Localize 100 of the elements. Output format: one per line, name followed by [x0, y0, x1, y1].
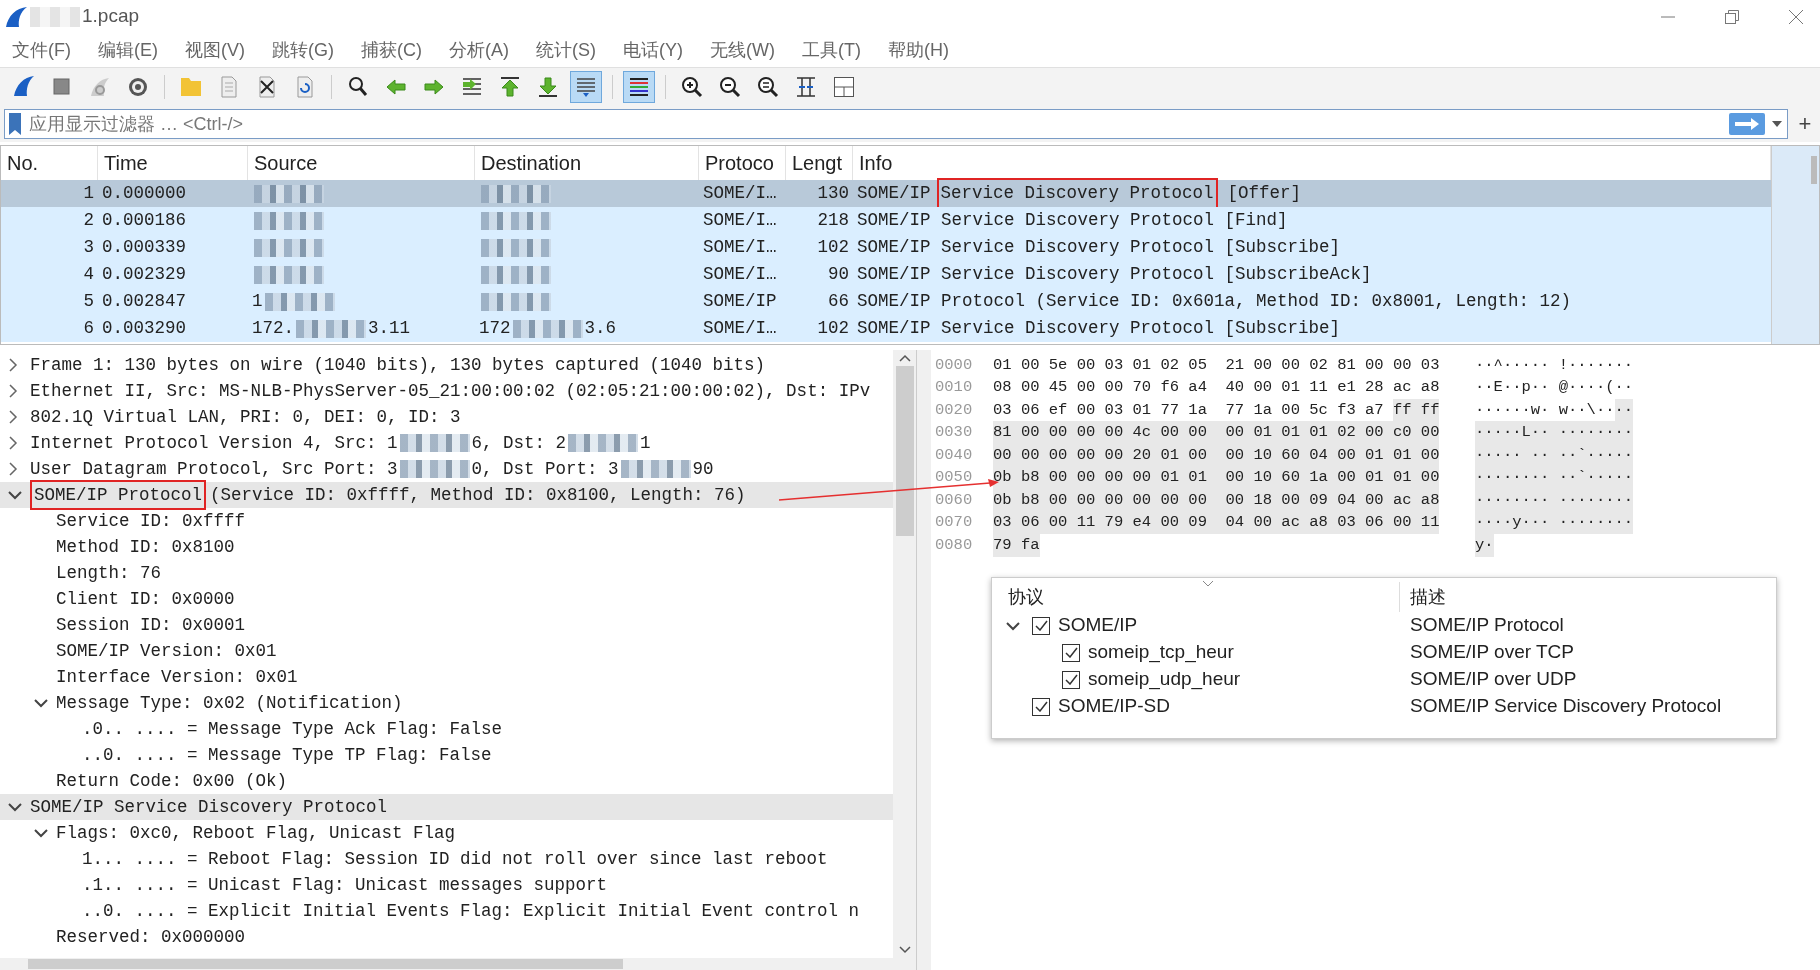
text: Flags: 0xc0, Reboot Flag, Unicast Flag [56, 821, 456, 845]
fin-icon [12, 75, 36, 99]
menu-item[interactable]: 跳转(G) [272, 36, 334, 64]
tree-item[interactable]: .0.. .... = Message Type Ack Flag: False [0, 716, 893, 742]
chevron-right-icon[interactable] [8, 462, 18, 476]
tree-item[interactable]: SOME/IP Protocol (Service ID: 0xffff, Method ID: 0x8100, Length: 76) [0, 482, 893, 508]
text: .1.. .... = Unicast Flag: Unicast messages support [82, 873, 608, 897]
splitter-handle[interactable] [917, 350, 931, 970]
chevron-down-icon[interactable] [8, 490, 22, 500]
redacted-block [264, 292, 335, 311]
dropdown-caret-icon[interactable] [1771, 119, 1783, 129]
tree-item[interactable]: Interface Version: 0x01 [0, 664, 893, 690]
menu-item[interactable]: 电话(Y) [623, 36, 683, 64]
chevron-right-icon[interactable] [8, 384, 18, 398]
menu-item[interactable]: 分析(A) [449, 36, 509, 64]
menu-item[interactable]: 无线(W) [710, 36, 775, 64]
checkbox[interactable] [1062, 643, 1080, 662]
restart-icon [88, 75, 112, 99]
chevron-down-icon[interactable] [34, 828, 48, 838]
offset-label: 0070 [934, 512, 974, 534]
scrollbar[interactable] [893, 350, 916, 958]
text: [Offer] [1227, 182, 1302, 206]
text: SOME/IP Service Discovery Protocol [Find] [857, 209, 1288, 233]
tree-item[interactable]: Return Code: 0x00 (Ok) [0, 768, 893, 794]
checkbox[interactable] [1032, 697, 1050, 716]
table-cell-text: 0.002847 [101, 290, 187, 314]
tree-item[interactable]: Reserved: 0x000000 [0, 924, 893, 950]
tree-item[interactable]: ..0. .... = Message Type TP Flag: False [0, 742, 893, 768]
menu-item[interactable]: 编辑(E) [98, 36, 158, 64]
zoom-out-icon [718, 75, 742, 99]
redacted-block [296, 319, 366, 338]
close-icon[interactable] [1788, 8, 1804, 25]
restore-icon[interactable] [1724, 8, 1740, 25]
tree-item[interactable]: Client ID: 0x0000 [0, 586, 893, 612]
packet-row[interactable]: 4 0.002329 SOME/I… 90 SOME/IP Service Discovery Protocol [SubscribeAck] [1, 261, 1771, 288]
tree-item[interactable]: Flags: 0xc0, Reboot Flag, Unicast Flag [0, 820, 893, 846]
chevron-right-icon[interactable] [8, 358, 18, 372]
tree-item[interactable]: Internet Protocol Version 4, Src: 1 6, Dst: 2 1 [0, 430, 893, 456]
chevron-down-icon[interactable] [34, 698, 48, 708]
up-arrow-icon [498, 75, 522, 99]
menu-item[interactable]: 文件(F) [12, 36, 71, 64]
table-cell-text: 102 [816, 317, 850, 341]
horizontal-scrollbar[interactable] [0, 958, 916, 970]
tree-item[interactable]: Session ID: 0x0001 [0, 612, 893, 638]
folder-icon [179, 75, 203, 99]
tree-item[interactable]: Service ID: 0xffff [0, 508, 893, 534]
tree-item[interactable]: User Datagram Protocol, Src Port: 3 0, Dst Port: 3 90 [0, 456, 893, 482]
text: ..0. .... = Message Type TP Flag: False [82, 743, 492, 767]
menu-item[interactable]: 帮助(H) [887, 36, 949, 64]
protocol-name: SOME/IP-SD [1058, 694, 1170, 719]
checkbox[interactable] [1032, 616, 1050, 635]
text: 90 [692, 457, 714, 481]
checkbox[interactable] [1062, 670, 1080, 689]
packet-row[interactable]: 2 0.000186 SOME/I… 218 SOME/IP Service Discovery Protocol [Find] [1, 207, 1771, 234]
bookmark-icon[interactable] [7, 112, 23, 136]
apply-filter-button[interactable] [1729, 113, 1765, 135]
toolbar-button[interactable] [623, 71, 655, 103]
tree-item[interactable]: .1.. .... = Unicast Flag: Unicast messages support [0, 872, 893, 898]
packet-row[interactable]: 1 0.000000 SOME/I… 130 SOME/IP Service Discovery Protocol [Offer] [1, 180, 1771, 207]
text: Frame 1: 130 bytes on wire (1040 bits), 130 bytes captured (1040 bits) [30, 353, 766, 377]
text: 802.1Q Virtual LAN, PRI: 0, DEI: 0, ID: 3 [30, 405, 461, 429]
column-header[interactable]: 描述 [1400, 582, 1776, 612]
hex-bytes: 08 00 45 00 00 70 f6 a4 40 00 01 11 e1 28 ac a8 [993, 377, 1440, 399]
chevron-down-icon[interactable] [8, 802, 22, 812]
text: Length: 76 [56, 561, 162, 585]
scrollbar-thumb[interactable] [1811, 156, 1817, 184]
column-header[interactable]: 协议 [992, 582, 1400, 612]
search-icon [346, 75, 370, 99]
text: SOME/IP Service Discovery Protocol [SubscribeAck] [857, 263, 1372, 287]
tree-item[interactable]: Message Type: 0x02 (Notification) [0, 690, 893, 716]
hex-bytes: 0b b8 00 00 00 00 00 00 00 18 00 09 04 00 ac a8 [993, 488, 1440, 512]
packet-row[interactable]: 6 0.003290 172. 3.11 172 3.6 SOME/I… 102 SOME/IP Service Discovery Protocol [Subscribe] [1, 315, 1771, 342]
menu-item[interactable]: 视图(V) [185, 36, 245, 64]
tree-item[interactable]: ..0. .... = Explicit Initial Events Flag: Explicit Initial Event control n [0, 898, 893, 924]
tree-item[interactable]: Length: 76 [0, 560, 893, 586]
tree-item[interactable]: 802.1Q Virtual LAN, PRI: 0, DEI: 0, ID: 3 [0, 404, 893, 430]
menu-item[interactable]: 工具(T) [801, 36, 861, 64]
scrollbar[interactable] [1771, 146, 1819, 344]
scrollbar-thumb[interactable] [895, 366, 914, 536]
redacted-block [481, 238, 551, 257]
tree-item[interactable]: 1... .... = Reboot Flag: Session ID did not roll over since last reboot [0, 846, 893, 872]
table-cell-text: 130 [816, 182, 850, 206]
offset-label: 0050 [934, 467, 974, 489]
chevron-down-icon[interactable] [1006, 620, 1020, 631]
tree-item[interactable]: SOME/IP Service Discovery Protocol [0, 794, 893, 820]
table-cell-text: 5 [82, 290, 95, 314]
scrollbar-thumb[interactable] [28, 959, 623, 969]
text: User Datagram Protocol, Src Port: 3 [30, 457, 398, 481]
window-title: 1.pcap [82, 4, 140, 29]
add-filter-button[interactable]: + [1794, 113, 1816, 135]
down-arrow-icon [536, 75, 560, 99]
menu-item[interactable]: 捕获(C) [361, 36, 422, 64]
tree-item[interactable]: Method ID: 0x8100 [0, 534, 893, 560]
tree-item[interactable]: SOME/IP Version: 0x01 [0, 638, 893, 664]
chevron-right-icon[interactable] [8, 436, 18, 450]
packet-row[interactable]: 3 0.000339 SOME/I… 102 SOME/IP Service Discovery Protocol [Subscribe] [1, 234, 1771, 261]
menu-item[interactable]: 统计(S) [536, 36, 596, 64]
tree-item[interactable]: Frame 1: 130 bytes on wire (1040 bits), 130 bytes captured (1040 bits) [0, 352, 893, 378]
packet-row[interactable]: 5 0.002847 1 SOME/IP 66 SOME/IP Protocol (Service ID: 0x601a, Method ID: 0x8001, Length: 12) [1, 288, 1771, 315]
chevron-right-icon[interactable] [8, 410, 18, 424]
